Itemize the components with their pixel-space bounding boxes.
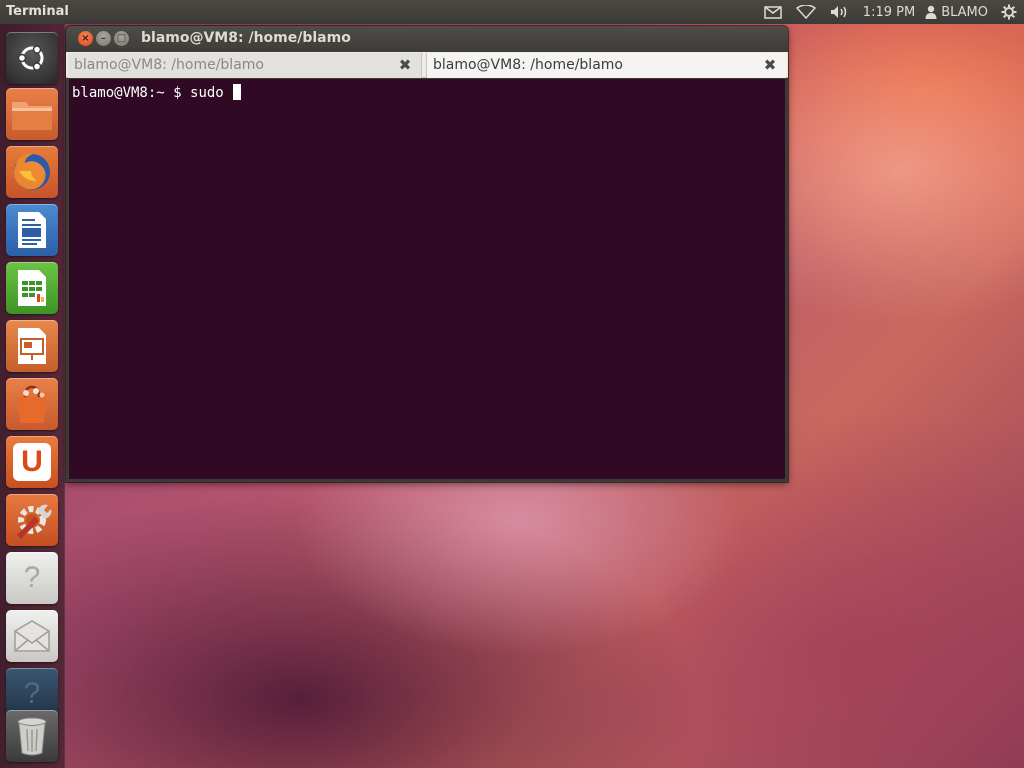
window-title: blamo@VM8: /home/blamo — [141, 30, 351, 46]
tab-label: blamo@VM8: /home/blamo — [74, 57, 264, 73]
top-panel: Terminal 1:19 PM BLAMO — [0, 0, 1024, 24]
help-dark-glyph: ? — [23, 677, 41, 710]
gear-icon[interactable] — [994, 0, 1024, 24]
user-icon — [925, 5, 937, 19]
ubuntu-one-launcher[interactable]: U — [6, 436, 58, 488]
tab-1[interactable]: blamo@VM8: /home/blamo ✖ — [68, 53, 422, 78]
window-maximize-button[interactable]: □ — [114, 31, 129, 46]
help-glyph: ? — [23, 561, 41, 594]
tab-close-icon[interactable]: ✖ — [397, 57, 413, 73]
home-folder-launcher[interactable] — [6, 88, 58, 140]
terminal-command: sudo — [190, 85, 233, 101]
libreoffice-calc-launcher[interactable] — [6, 262, 58, 314]
help-launcher[interactable]: ? — [6, 552, 58, 604]
terminal-output[interactable]: blamo@VM8:~ $ sudo — [69, 79, 785, 479]
launcher: U ? ? — [0, 24, 65, 768]
user-name: BLAMO — [941, 4, 988, 20]
terminal-window: × – □ blamo@VM8: /home/blamo blamo@VM8: … — [66, 26, 788, 482]
mail-icon[interactable] — [757, 0, 789, 24]
trash-icon — [17, 717, 47, 756]
calc-icon — [18, 270, 46, 306]
writer-icon — [18, 212, 46, 248]
help-icon: ? — [12, 674, 52, 714]
firefox-launcher[interactable] — [6, 146, 58, 198]
user-menu[interactable]: BLAMO — [921, 0, 994, 24]
window-minimize-button[interactable]: – — [96, 31, 111, 46]
window-titlebar[interactable]: × – □ blamo@VM8: /home/blamo — [66, 26, 788, 52]
window-close-button[interactable]: × — [78, 31, 93, 46]
help-icon: ? — [12, 558, 52, 598]
tab-label: blamo@VM8: /home/blamo — [433, 57, 623, 73]
dash-home-button[interactable] — [6, 32, 58, 84]
volume-icon[interactable] — [823, 0, 857, 24]
ubuntu-one-icon: U — [13, 443, 51, 481]
clock[interactable]: 1:19 PM — [857, 0, 921, 24]
system-settings-launcher[interactable] — [6, 494, 58, 546]
mail-client-launcher[interactable] — [6, 610, 58, 662]
impress-icon — [18, 328, 46, 364]
text-cursor — [233, 84, 242, 100]
shopping-bag-icon — [18, 385, 46, 423]
tab-2[interactable]: blamo@VM8: /home/blamo ✖ — [426, 53, 786, 78]
trash-launcher[interactable] — [6, 710, 58, 762]
ubuntu-logo-icon — [17, 45, 44, 71]
libreoffice-impress-launcher[interactable] — [6, 320, 58, 372]
envelope-icon — [14, 620, 50, 652]
tab-close-icon[interactable]: ✖ — [762, 57, 778, 73]
ubuntu-one-glyph: U — [21, 445, 43, 478]
tab-bar: blamo@VM8: /home/blamo ✖ blamo@VM8: /hom… — [66, 52, 788, 78]
wifi-icon[interactable] — [789, 0, 823, 24]
active-app-title: Terminal — [6, 4, 69, 19]
libreoffice-writer-launcher[interactable] — [6, 204, 58, 256]
settings-wrench-icon — [17, 504, 52, 539]
software-center-launcher[interactable] — [6, 378, 58, 430]
terminal-prompt: blamo@VM8:~ $ — [72, 85, 191, 101]
folder-icon — [12, 102, 52, 130]
indicator-area: 1:19 PM BLAMO — [757, 0, 1024, 24]
firefox-icon — [14, 153, 50, 190]
